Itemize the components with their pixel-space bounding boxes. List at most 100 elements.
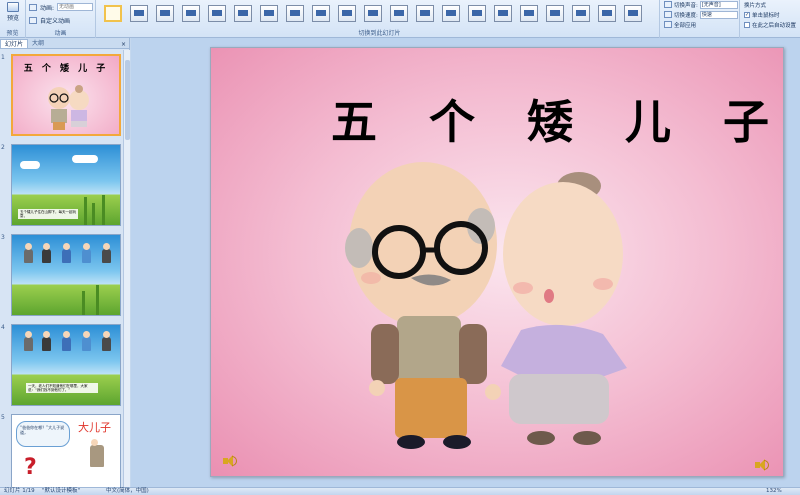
language-indicator: 中文(简体，中国) (106, 488, 149, 494)
transition-effect-icon (520, 4, 538, 22)
grass-shape (84, 197, 87, 225)
transition-thumbnail[interactable] (126, 1, 152, 25)
transition-group-label: 切换到此幻灯片 (358, 30, 401, 37)
character-figure (62, 243, 71, 263)
transition-gallery (100, 0, 646, 26)
transition-effect-icon (130, 4, 148, 22)
slide-thumbnail[interactable]: “爸爸你在哪？”大儿子说道， 大儿子 ? (11, 414, 121, 487)
transition-thumbnail[interactable] (594, 1, 620, 25)
preview-button[interactable]: 预览 (4, 2, 22, 24)
transition-effect-icon (416, 4, 434, 22)
transition-thumbnail[interactable] (412, 1, 438, 25)
cloud-shape (72, 155, 98, 163)
character-figure (102, 331, 111, 351)
transition-thumbnail[interactable] (178, 1, 204, 25)
transition-effect-icon (494, 4, 512, 22)
transition-thumbnail[interactable] (204, 1, 230, 25)
character-figure (42, 331, 51, 351)
scrollbar-thumb[interactable] (125, 60, 130, 140)
transition-effect-icon (338, 4, 356, 22)
question-mark: ? (24, 455, 37, 480)
transition-effect-icon (208, 4, 226, 22)
panel-scrollbar[interactable] (123, 50, 130, 487)
character-figure (102, 243, 111, 263)
transition-thumbnail[interactable] (152, 1, 178, 25)
transition-thumbnail[interactable] (230, 1, 256, 25)
transition-effect-icon (598, 4, 616, 22)
transition-thumbnail[interactable] (464, 1, 490, 25)
advance-label: 换片方式 (744, 2, 767, 9)
character-figure (24, 331, 33, 351)
speed-icon (664, 11, 672, 18)
slide-number: 5 (1, 414, 5, 421)
slide-thumbnail[interactable]: 一天，老人们不知道他们在哪里，大家说：“我们找不到他们了。” (11, 324, 121, 406)
character-figure (42, 243, 51, 263)
apply-all-button[interactable]: 全部应用 (664, 20, 696, 29)
grass-shape (102, 195, 105, 225)
transition-thumbnail[interactable] (256, 1, 282, 25)
panel-tabs: 幻灯片 大纲 × (0, 38, 129, 49)
speaker-icon[interactable] (223, 454, 237, 468)
theme-name: "默认设计模板" (42, 488, 81, 494)
transition-sound-select[interactable]: [无声音] (699, 0, 738, 9)
slide-thumbnail[interactable] (11, 234, 121, 316)
transition-group: 切换到此幻灯片 (100, 0, 660, 38)
transition-thumbnail[interactable] (542, 1, 568, 25)
custom-animation-button[interactable]: 自定义动画 (29, 15, 70, 25)
transition-thumbnail[interactable] (568, 1, 594, 25)
transition-thumbnail[interactable] (334, 1, 360, 25)
apply-all-icon (664, 21, 672, 28)
animation-select[interactable]: 无动画 (57, 3, 94, 11)
current-slide[interactable]: 五 个 矮 儿 子 (210, 47, 784, 477)
on-click-option[interactable]: ✓ 单击鼠标时 (744, 10, 780, 19)
transition-effect-icon (546, 4, 564, 22)
slide-thumbnail-list: 1 五 个 矮 儿 子 2 五个矮儿子住在山脚下，每天一起玩耍， 3 4 一天，… (0, 50, 123, 487)
transition-speed-select[interactable]: 快速 (699, 10, 738, 19)
transition-thumbnail[interactable] (438, 1, 464, 25)
transition-options-group: 切换声音: [无声音] 切换速度: 快速 全部应用 (660, 0, 740, 38)
thumbnail-text: 五个矮儿子住在山脚下，每天一起玩耍， (18, 209, 78, 219)
transition-thumbnail[interactable] (360, 1, 386, 25)
animation-group-label: 动画 (54, 30, 67, 37)
transition-thumbnail[interactable] (282, 1, 308, 25)
transition-effect-icon (260, 4, 278, 22)
thumbnail-text: 一天，老人们不知道他们在哪里，大家说：“我们找不到他们了。” (26, 383, 98, 393)
transition-effect-icon (234, 4, 252, 22)
transition-effect-icon (104, 4, 122, 22)
transition-thumbnail[interactable] (516, 1, 542, 25)
character-figure (24, 243, 33, 263)
speaker-icon[interactable] (755, 458, 769, 472)
slide-count: 幻灯片 1/19 (4, 488, 35, 494)
speech-bubble: “爸爸你在哪？”大儿子说道， (16, 421, 70, 447)
transition-effect-icon (390, 4, 408, 22)
grass-shape (92, 203, 95, 225)
tab-slides[interactable]: 幻灯片 (0, 39, 29, 48)
checkmark-icon[interactable]: ✓ (744, 11, 750, 18)
character-figure (90, 439, 104, 467)
transition-thumbnail[interactable] (490, 1, 516, 25)
transition-effect-icon (312, 4, 330, 22)
close-icon[interactable]: × (121, 41, 126, 48)
grandparents-illustration (345, 162, 627, 449)
transition-thumbnail[interactable] (308, 1, 334, 25)
auto-advance-option[interactable]: 在此之后自动设置 (744, 20, 796, 29)
sound-icon (664, 1, 672, 8)
grass-shape (82, 291, 85, 315)
character-figure (62, 331, 71, 351)
preview-group-label: 预览 (6, 30, 19, 37)
transition-effect-icon (468, 4, 486, 22)
animation-group: 动画: 无动画 自定义动画 动画 (26, 0, 96, 38)
slide-thumbnail[interactable]: 五个矮儿子住在山脚下，每天一起玩耍， (11, 144, 121, 226)
checkbox-icon[interactable] (744, 21, 750, 28)
cloud-shape (20, 161, 40, 169)
thumbnail-title: 大儿子 (78, 421, 111, 434)
transition-thumbnail[interactable] (386, 1, 412, 25)
transition-thumbnail[interactable] (620, 1, 646, 25)
slide-number: 3 (1, 234, 5, 241)
transition-thumbnail[interactable] (100, 1, 126, 25)
slide-thumbnail[interactable]: 五 个 矮 儿 子 (11, 54, 121, 136)
transition-effect-icon (156, 4, 174, 22)
dolls-illustration (48, 85, 89, 130)
transition-effect-icon (182, 4, 200, 22)
tab-outline[interactable]: 大纲 (28, 39, 48, 48)
